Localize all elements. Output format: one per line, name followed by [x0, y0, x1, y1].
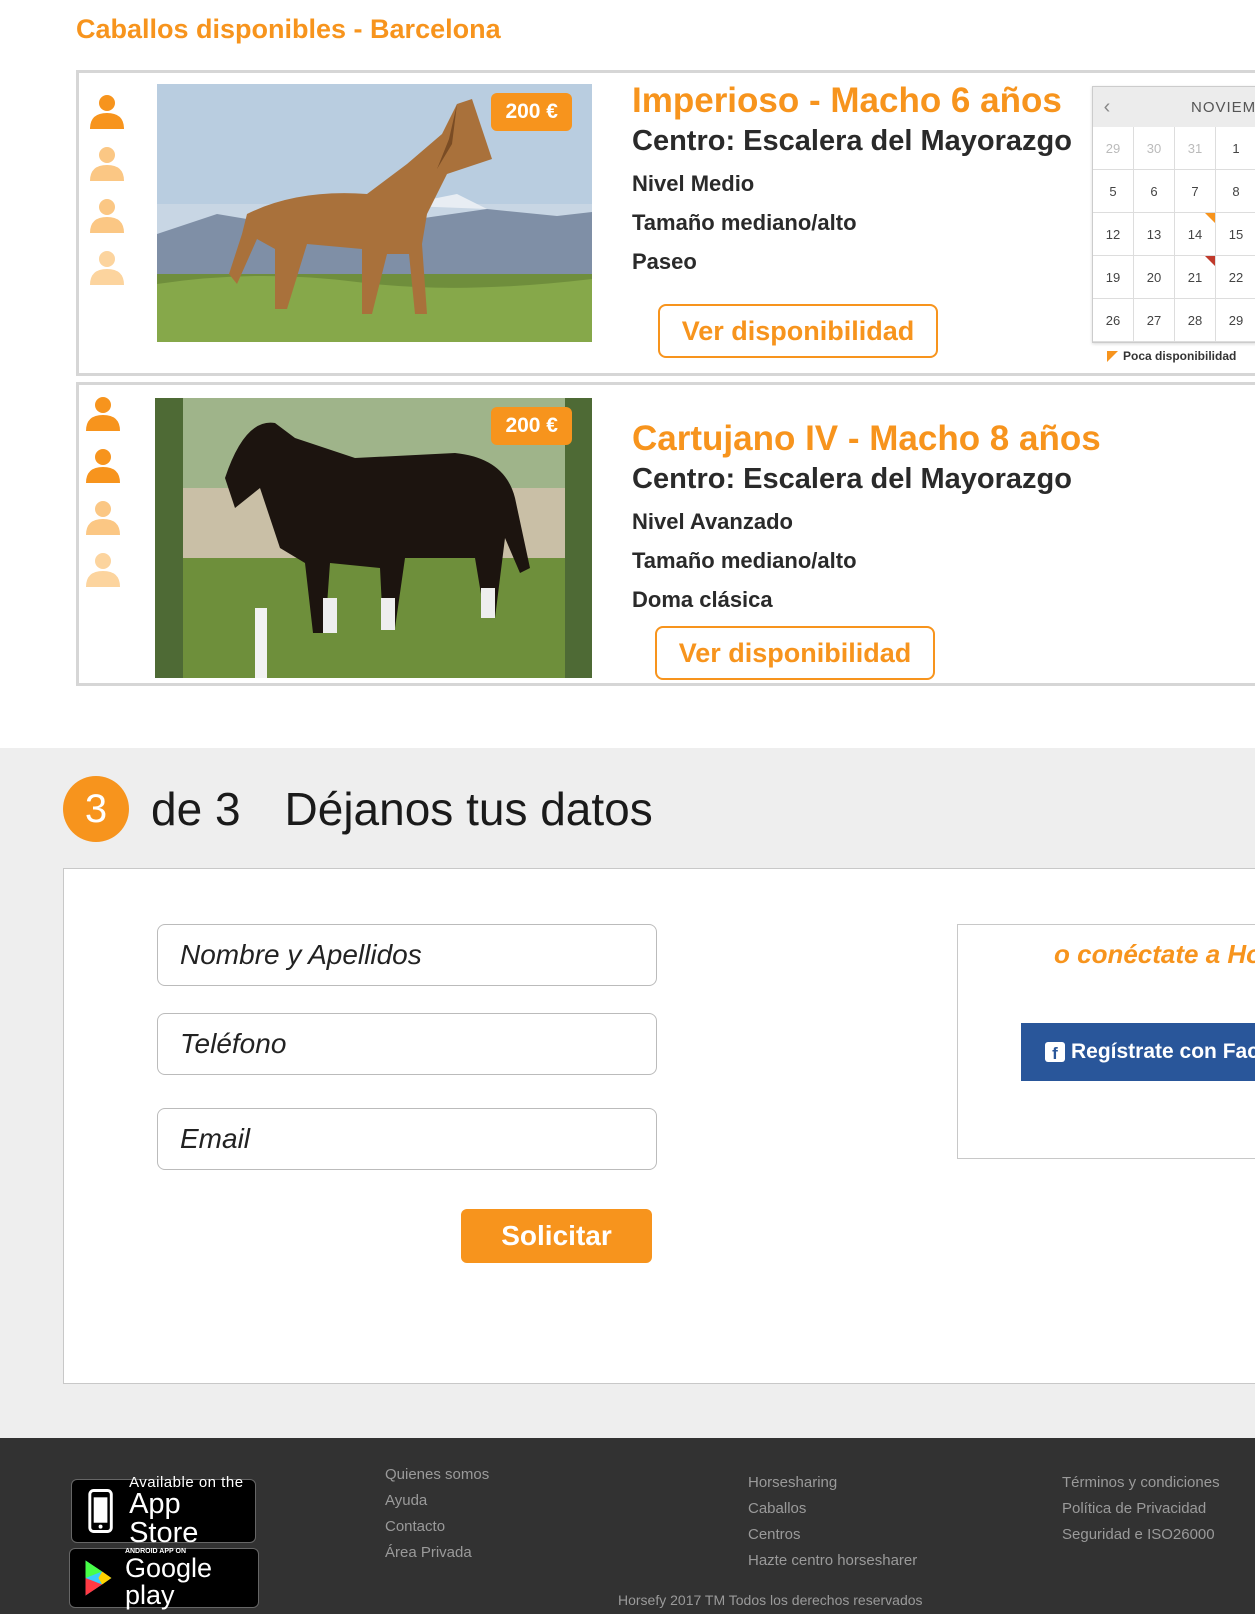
horse-name[interactable]: Imperioso - Macho 6 años	[632, 81, 1092, 121]
horse-size: Tamaño mediano/alto	[632, 548, 857, 573]
footer-link[interactable]: Términos y condiciones	[1062, 1470, 1220, 1496]
step-title: Déjanos tus datos	[284, 783, 653, 835]
footer-links-service: Horsesharing Caballos Centros Hazte cent…	[748, 1470, 917, 1574]
footer-link[interactable]: Ayuda	[385, 1488, 489, 1514]
phone-icon	[88, 1489, 113, 1533]
horse-photo[interactable]: 200 €	[157, 84, 592, 342]
horse-name[interactable]: Cartujano IV - Macho 8 años	[632, 419, 1101, 459]
calendar-day[interactable]: 29	[1093, 127, 1134, 170]
footer-link[interactable]: Centros	[748, 1522, 917, 1548]
calendar-day[interactable]: 13	[1134, 213, 1175, 256]
calendar-day[interactable]: 12	[1093, 213, 1134, 256]
footer-link[interactable]: Caballos	[748, 1496, 917, 1522]
calendar-legend: Poca disponibilidad	[1107, 349, 1236, 363]
facebook-icon: f	[1045, 1042, 1065, 1062]
calendar-day[interactable]: 20	[1134, 256, 1175, 299]
rider-icon	[87, 195, 127, 235]
chevron-left-icon[interactable]: ‹	[1093, 96, 1121, 119]
legend-label: Poca disponibilidad	[1123, 349, 1237, 363]
horse-level: Nivel Avanzado	[632, 509, 793, 534]
horse-center: Centro: Escalera del Mayorazgo	[632, 463, 1072, 495]
footer: Available on the App Store ANDROID APP O…	[0, 1438, 1255, 1614]
rider-icon	[87, 143, 127, 183]
social-login-box: o conéctate a Ho f Regístrate con Fac	[957, 924, 1255, 1159]
footer-link[interactable]: Área Privada	[385, 1540, 489, 1566]
page-title: Caballos disponibles - Barcelona	[76, 14, 501, 44]
price-badge: 200 €	[491, 407, 572, 445]
contact-section: 3 de 3 Déjanos tus datos Nombre y Apelli…	[0, 748, 1255, 1438]
footer-link[interactable]: Quienes somos	[385, 1462, 489, 1488]
step-header: 3 de 3 Déjanos tus datos	[63, 776, 653, 842]
facebook-label: Regístrate con Fac	[1071, 1040, 1255, 1063]
calendar-day[interactable]: 6	[1134, 170, 1175, 213]
horse-photo[interactable]: 200 €	[155, 398, 592, 678]
rider-level-indicator	[83, 393, 127, 601]
step-count: de 3	[151, 783, 241, 835]
rider-icon	[83, 393, 123, 433]
email-field[interactable]: Email	[157, 1108, 657, 1170]
horse-card: 200 € Cartujano IV - Macho 8 años Centro…	[76, 382, 1255, 686]
horse-center: Centro: Escalera del Mayorazgo	[632, 125, 1072, 157]
step-number: 3	[63, 776, 129, 842]
name-field[interactable]: Nombre y Apellidos	[157, 924, 657, 986]
phone-field[interactable]: Teléfono	[157, 1013, 657, 1075]
calendar-day[interactable]: 7	[1175, 170, 1216, 213]
availability-calendar: ‹ NOVIEM 29 30 31 1 5 6 7 8 12 13 14 15 19 20 21 22 26 27…	[1092, 86, 1255, 343]
appstore-big-text: App Store	[129, 1487, 199, 1549]
horse-size: Tamaño mediano/alto	[632, 210, 857, 235]
calendar-day[interactable]: 29	[1216, 299, 1255, 342]
calendar-day[interactable]: 8	[1216, 170, 1255, 213]
footer-link[interactable]: Contacto	[385, 1514, 489, 1540]
footer-link[interactable]: Seguridad e ISO26000	[1062, 1522, 1220, 1548]
footer-link[interactable]: Hazte centro horsesharer	[748, 1548, 917, 1574]
rider-icon	[83, 445, 123, 485]
footer-link[interactable]: Política de Privacidad	[1062, 1496, 1220, 1522]
calendar-day[interactable]: 1	[1216, 127, 1255, 170]
googleplay-big-text: Google play	[124, 1552, 213, 1610]
social-title: o conéctate a Ho	[1054, 939, 1255, 969]
app-store-badge[interactable]: Available on the App Store	[71, 1475, 256, 1547]
calendar-day[interactable]: 27	[1134, 299, 1175, 342]
contact-form: Nombre y Apellidos Teléfono Email Solici…	[63, 868, 1255, 1384]
calendar-day[interactable]: 19	[1093, 256, 1134, 299]
rider-icon	[83, 549, 123, 589]
calendar-month: NOVIEM	[1191, 98, 1255, 116]
copyright: Horsefy 2017 TM Todos los derechos reser…	[618, 1592, 923, 1608]
calendar-day[interactable]: 28	[1175, 299, 1216, 342]
calendar-day[interactable]: 21	[1175, 256, 1216, 299]
rider-level-indicator	[87, 91, 131, 299]
calendar-day[interactable]: 22	[1216, 256, 1255, 299]
calendar-day[interactable]: 5	[1093, 170, 1134, 213]
calendar-day[interactable]: 26	[1093, 299, 1134, 342]
calendar-grid: 29 30 31 1 5 6 7 8 12 13 14 15 19 20 21 22 26 27 28 29	[1093, 127, 1255, 342]
google-play-icon	[85, 1560, 112, 1596]
footer-link[interactable]: Horsesharing	[748, 1470, 917, 1496]
footer-links-company: Quienes somos Ayuda Contacto Área Privad…	[385, 1462, 489, 1566]
horse-discipline: Paseo	[632, 249, 697, 274]
horse-card: 200 € Imperioso - Macho 6 años Centro: E…	[76, 70, 1255, 376]
google-play-badge[interactable]: ANDROID APP ON Google play	[69, 1548, 259, 1608]
availability-button[interactable]: Ver disponibilidad	[655, 626, 935, 680]
calendar-day[interactable]: 31	[1175, 127, 1216, 170]
facebook-register-button[interactable]: f Regístrate con Fac	[1021, 1023, 1255, 1081]
low-availability-icon	[1107, 350, 1118, 362]
rider-icon	[87, 91, 127, 131]
calendar-day[interactable]: 15	[1216, 213, 1255, 256]
price-badge: 200 €	[491, 93, 572, 131]
calendar-day[interactable]: 14	[1175, 213, 1216, 256]
availability-button[interactable]: Ver disponibilidad	[658, 304, 938, 358]
rider-icon	[83, 497, 123, 537]
submit-button[interactable]: Solicitar	[461, 1209, 652, 1263]
rider-icon	[87, 247, 127, 287]
horse-discipline: Doma clásica	[632, 587, 773, 612]
footer-links-legal: Términos y condiciones Política de Priva…	[1062, 1470, 1220, 1548]
horse-level: Nivel Medio	[632, 171, 755, 196]
calendar-day[interactable]: 30	[1134, 127, 1175, 170]
